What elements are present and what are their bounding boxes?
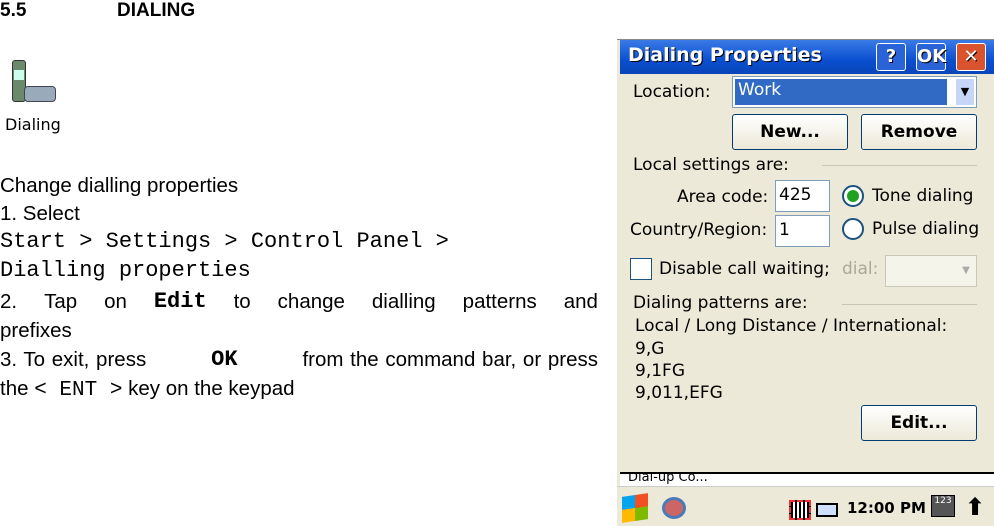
area-code-input[interactable]: 425 [775,180,830,212]
word: Tap [44,290,78,313]
text: from the command bar, or press [302,348,598,371]
pulse-dialing-radio[interactable] [842,218,864,240]
pattern-local: 9,G [635,339,665,359]
close-button[interactable]: ✕ [956,43,986,71]
country-label: Country/Region: [630,220,768,240]
menu-path-1: Start > Settings > Control Panel > [0,229,449,254]
pattern-long-distance: 9,1FG [635,361,685,381]
tone-dialing-label: Tone dialing [872,186,974,206]
patterns-subheader: Local / Long Distance / International: [635,316,948,336]
location-label: Location: [633,82,711,102]
tone-dialing-radio[interactable] [842,185,864,207]
chevron-down-icon: ▼ [962,265,970,276]
edit-patterns-button[interactable]: Edit... [861,405,977,441]
input-panel-icon[interactable]: 123 [931,495,955,517]
dialog-title-bar: Dialing Properties ? OK ✕ [620,40,994,74]
country-input[interactable]: 1 [775,215,830,247]
section-number: 5.5 [0,0,27,21]
clock[interactable]: 12:00 PM [847,499,926,517]
chevron-down-icon[interactable]: ▼ [956,79,974,105]
edit-keyword: Edit [153,289,207,314]
battery-icon[interactable] [816,503,838,517]
step-1: 1. Select [0,202,80,225]
patterns-header: Dialing patterns are: [633,293,808,313]
location-value: Work [735,79,947,105]
pulse-dialing-label: Pulse dialing [872,219,980,239]
ok-keyword: OK [211,347,238,372]
word: and [563,290,598,313]
section-title: DIALING [117,0,196,21]
word: dialling [371,290,436,313]
scanner-icon[interactable] [789,500,811,520]
dialing-phone-icon [8,56,58,108]
location-dropdown[interactable]: Work ▼ [732,76,977,108]
menu-path-2: Dialling properties [0,258,251,283]
ok-button[interactable]: OK [916,43,946,71]
text: the [0,377,29,400]
remove-location-button[interactable]: Remove [861,114,977,150]
word: to [233,290,251,313]
disable-call-waiting-checkbox[interactable] [630,258,652,280]
device-screenshot: Dialing Properties ? OK ✕ Location: Work… [617,25,994,526]
area-code-label: Area code: [677,187,769,207]
taskbar: 12:00 PM 123 ⬆ [617,486,994,526]
arrow-up-icon[interactable]: ⬆ [965,493,985,521]
step-3-tail: the < ENT > key on the keypad [0,374,598,405]
word: on [104,290,127,313]
dial-dropdown[interactable]: ▼ [885,255,977,287]
local-settings-label: Local settings are: [633,155,789,175]
new-location-button[interactable]: New... [732,114,848,150]
pattern-international: 9,011,EFG [635,383,723,403]
text: key on the keypad [128,377,295,400]
word: change [277,290,345,313]
help-button[interactable]: ? [876,43,906,71]
intro-text: Change dialling properties [0,174,239,197]
dial-label: dial: [842,259,879,279]
ent-key: < ENT > [34,379,123,402]
disable-call-waiting-label: Disable call waiting; [659,259,830,279]
word: 2. [0,290,18,313]
background-list-item[interactable]: Dial-up Co... [620,474,994,484]
step-3: 3. To exit, press OK from the command ba… [0,345,598,374]
start-windows-icon[interactable] [622,493,648,523]
dialog-title: Dialing Properties [628,44,822,66]
connectivity-icon[interactable] [662,497,686,519]
dialing-icon-label: Dialing [5,115,61,134]
step-2: 2. Tap on Edit to change dialling patter… [0,287,598,316]
text: 3. To exit, press [0,348,147,371]
step-2-tail: prefixes [0,319,72,342]
word: patterns [462,290,537,313]
